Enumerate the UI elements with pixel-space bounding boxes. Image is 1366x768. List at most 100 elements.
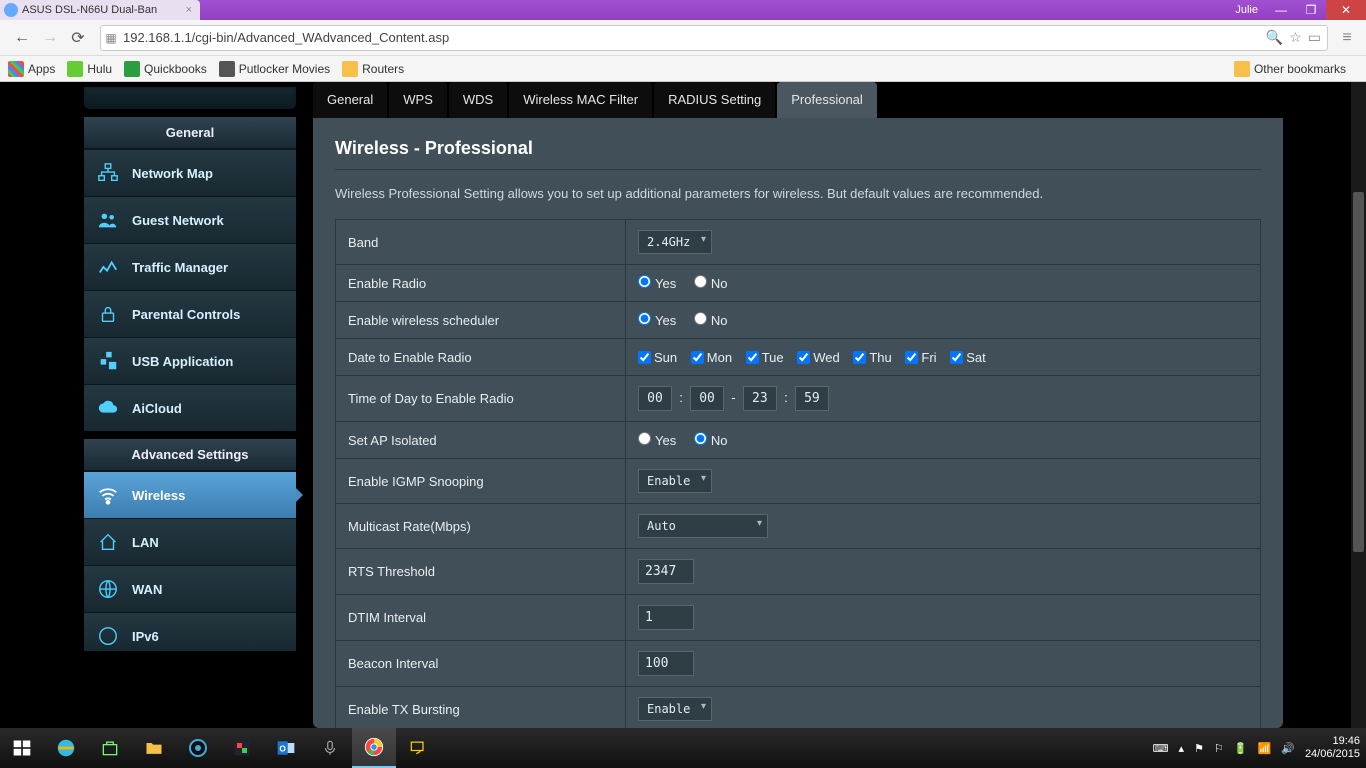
putlocker-icon: [219, 61, 235, 77]
bookmark-other[interactable]: Other bookmarks: [1234, 61, 1346, 77]
taskbar-ie[interactable]: [44, 728, 88, 768]
chrome-menu-button[interactable]: ≡: [1336, 29, 1358, 47]
tray-keyboard-icon[interactable]: ⌨: [1153, 742, 1169, 755]
browser-toolbar: ← → ⟳ ▦ 192.168.1.1/cgi-bin/Advanced_WAd…: [0, 20, 1366, 56]
day-mon[interactable]: Mon: [691, 350, 732, 365]
tab-wps[interactable]: WPS: [389, 82, 447, 118]
day-thu[interactable]: Thu: [853, 350, 891, 365]
tray-flag2-icon[interactable]: ⚐: [1214, 742, 1224, 755]
page-scrollbar[interactable]: [1351, 82, 1366, 728]
sidebar-item-aicloud[interactable]: AiCloud: [84, 384, 296, 431]
multicast-select[interactable]: Auto: [638, 514, 768, 538]
bookmark-routers[interactable]: Routers: [342, 61, 404, 77]
forward-button[interactable]: →: [38, 26, 62, 50]
window-titlebar: ASUS DSL-N66U Dual-Ban × Julie — ❐ ✕: [0, 0, 1366, 20]
zoom-icon[interactable]: 🔍: [1266, 29, 1283, 46]
tab-general[interactable]: General: [313, 82, 387, 118]
time-end-hour[interactable]: [743, 386, 777, 411]
tray-volume-icon[interactable]: 🔊: [1281, 742, 1295, 755]
sidebar-item-lan[interactable]: LAN: [84, 518, 296, 565]
browser-tab[interactable]: ASUS DSL-N66U Dual-Ban ×: [0, 0, 200, 20]
beacon-input[interactable]: [638, 651, 694, 676]
day-sat[interactable]: Sat: [950, 350, 986, 365]
time-start-hour[interactable]: [638, 386, 672, 411]
sidebar-item-usb-application[interactable]: USB Application: [84, 337, 296, 384]
device-icon[interactable]: ▭: [1308, 29, 1321, 46]
tab-wds[interactable]: WDS: [449, 82, 507, 118]
ap-isolated-yes[interactable]: Yes: [638, 433, 676, 448]
day-sun[interactable]: Sun: [638, 350, 677, 365]
scrollbar-thumb[interactable]: [1353, 192, 1364, 552]
apps-icon: [8, 61, 24, 77]
taskbar-clock[interactable]: 19:46 24/06/2015: [1305, 735, 1366, 761]
tab-professional[interactable]: Professional: [777, 82, 877, 118]
time-start-min[interactable]: [690, 386, 724, 411]
tray-wifi-icon[interactable]: 📶: [1258, 742, 1272, 755]
page-title: Wireless - Professional: [335, 138, 1261, 159]
bookmark-quickbooks[interactable]: Quickbooks: [124, 61, 207, 77]
taskbar-explorer[interactable]: [132, 728, 176, 768]
window-close-button[interactable]: ✕: [1326, 0, 1366, 20]
sidebar-item-guest-network[interactable]: Guest Network: [84, 196, 296, 243]
day-tue[interactable]: Tue: [746, 350, 784, 365]
row-ap-isolated: Set AP Isolated Yes No: [336, 422, 1261, 459]
windows-user[interactable]: Julie: [1227, 4, 1266, 16]
taskbar-camera[interactable]: [176, 728, 220, 768]
sidebar-item-wireless[interactable]: Wireless: [84, 471, 296, 518]
taskbar-outlook[interactable]: O: [264, 728, 308, 768]
sidebar-item-network-map[interactable]: Network Map: [84, 149, 296, 196]
taskbar-network-tool[interactable]: [396, 728, 440, 768]
taskbar-store[interactable]: [88, 728, 132, 768]
tray-flag-icon[interactable]: ⚑: [1194, 742, 1204, 755]
window-maximize-button[interactable]: ❐: [1296, 0, 1326, 20]
main-content: General WPS WDS Wireless MAC Filter RADI…: [303, 82, 1283, 728]
sidebar-item-traffic-manager[interactable]: Traffic Manager: [84, 243, 296, 290]
row-date-enable: Date to Enable Radio Sun Mon Tue Wed Thu…: [336, 339, 1261, 376]
time-end-min[interactable]: [795, 386, 829, 411]
start-button[interactable]: [0, 728, 44, 768]
day-wed[interactable]: Wed: [797, 350, 840, 365]
enable-radio-yes[interactable]: Yes: [638, 276, 676, 291]
tab-radius[interactable]: RADIUS Setting: [654, 82, 775, 118]
sidebar-item-ipv6[interactable]: IPv6: [84, 612, 296, 651]
parental-controls-icon: [94, 303, 122, 325]
label-enable-scheduler: Enable wireless scheduler: [336, 302, 626, 339]
bookmark-apps[interactable]: Apps: [8, 61, 55, 77]
tab-mac-filter[interactable]: Wireless MAC Filter: [509, 82, 652, 118]
wireless-icon: [94, 484, 122, 506]
rts-input[interactable]: [638, 559, 694, 584]
traffic-manager-icon: [94, 256, 122, 278]
tray-chevron-icon[interactable]: ▴: [1179, 742, 1185, 755]
page-info-icon[interactable]: ▦: [101, 31, 121, 45]
tab-bar: General WPS WDS Wireless MAC Filter RADI…: [313, 82, 1283, 118]
row-enable-scheduler: Enable wireless scheduler Yes No: [336, 302, 1261, 339]
address-bar[interactable]: ▦ 192.168.1.1/cgi-bin/Advanced_WAdvanced…: [100, 25, 1328, 51]
sidebar: General Network Map Guest Network Traffi…: [83, 82, 303, 728]
bookmark-putlocker[interactable]: Putlocker Movies: [219, 61, 330, 77]
taskbar-chrome[interactable]: [352, 728, 396, 768]
sidebar-advanced-head: Advanced Settings: [84, 439, 296, 471]
bookmark-hulu[interactable]: Hulu: [67, 61, 112, 77]
scheduler-yes[interactable]: Yes: [638, 313, 676, 328]
tab-favicon: [4, 3, 18, 17]
row-enable-radio: Enable Radio Yes No: [336, 265, 1261, 302]
igmp-select[interactable]: Enable: [638, 469, 712, 493]
band-select[interactable]: 2.4GHz: [638, 230, 712, 254]
close-tab-icon[interactable]: ×: [182, 4, 196, 16]
bookmark-star-icon[interactable]: ☆: [1289, 29, 1302, 46]
sidebar-item-wan[interactable]: WAN: [84, 565, 296, 612]
label-date-enable: Date to Enable Radio: [336, 339, 626, 376]
taskbar-mic[interactable]: [308, 728, 352, 768]
back-button[interactable]: ←: [10, 26, 34, 50]
taskbar-puzzle[interactable]: [220, 728, 264, 768]
enable-radio-no[interactable]: No: [694, 276, 728, 291]
window-minimize-button[interactable]: —: [1266, 0, 1296, 20]
ap-isolated-no[interactable]: No: [694, 433, 728, 448]
day-fri[interactable]: Fri: [905, 350, 936, 365]
sidebar-item-parental-controls[interactable]: Parental Controls: [84, 290, 296, 337]
reload-button[interactable]: ⟳: [66, 26, 90, 50]
tray-battery-icon[interactable]: 🔋: [1234, 742, 1248, 755]
txbursting-select[interactable]: Enable: [638, 697, 712, 721]
scheduler-no[interactable]: No: [694, 313, 728, 328]
dtim-input[interactable]: [638, 605, 694, 630]
